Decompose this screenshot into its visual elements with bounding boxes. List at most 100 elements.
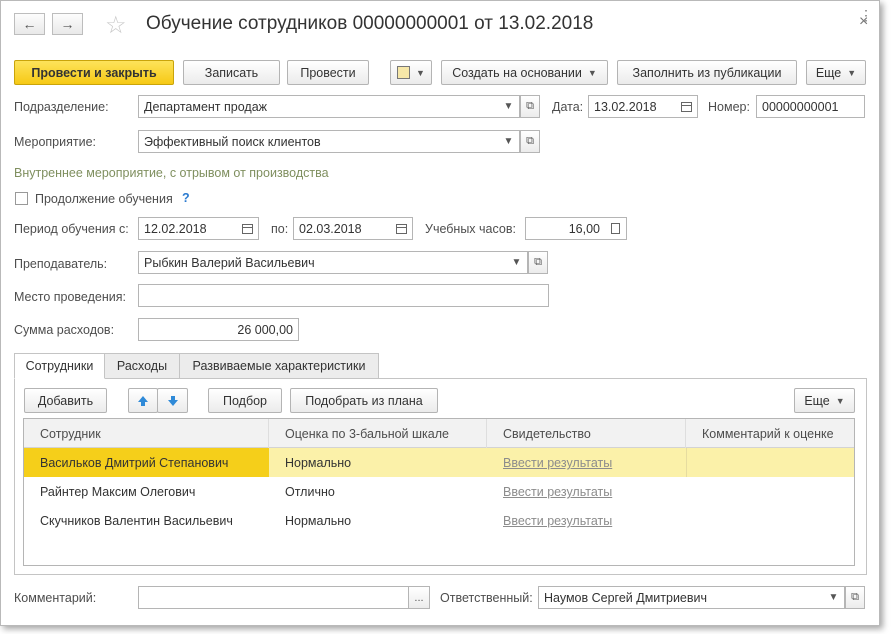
post-and-close-button[interactable]: Провести и закрыть	[14, 60, 174, 85]
teacher-field[interactable]: Рыбкин Валерий Васильевич	[138, 251, 507, 274]
period-from-field[interactable]: 12.02.2018	[138, 217, 238, 240]
responsible-open-button[interactable]: ⧉	[845, 586, 865, 609]
cell-certificate: Ввести результаты	[487, 506, 686, 535]
event-label: Мероприятие:	[14, 135, 97, 149]
period-to-label: по:	[271, 222, 289, 236]
enter-results-link[interactable]: Ввести результаты	[503, 456, 612, 470]
date-calendar-button[interactable]	[676, 95, 698, 118]
comment-field[interactable]	[138, 586, 409, 609]
period-to-calendar-button[interactable]	[391, 217, 413, 240]
responsible-field[interactable]: Наумов Сергей Дмитриевич	[538, 586, 824, 609]
period-from-calendar-button[interactable]	[237, 217, 259, 240]
chevron-down-icon: ▼	[828, 592, 839, 603]
arrow-left-icon: ←	[22, 16, 37, 32]
continuation-checkbox[interactable]	[15, 192, 28, 205]
responsible-dropdown[interactable]: ▼	[823, 586, 845, 609]
cost-field[interactable]: 26 000,00	[138, 318, 299, 341]
tab-employees[interactable]: Сотрудники	[14, 353, 105, 379]
event-open-button[interactable]: ⧉	[520, 130, 540, 153]
print-icon	[397, 66, 411, 79]
arrow-down-icon	[167, 395, 178, 406]
forward-button[interactable]: →	[52, 13, 83, 35]
open-icon: ⧉	[526, 100, 534, 112]
period-from-label: Период обучения с:	[14, 222, 129, 236]
table-header: Сотрудник Оценка по 3-бальной шкале Свид…	[24, 419, 854, 448]
grid-more-label: Еще	[804, 393, 830, 408]
header-certificate[interactable]: Свидетельство	[487, 419, 686, 448]
fill-from-publication-button[interactable]: Заполнить из публикации	[617, 60, 797, 85]
calculator-icon	[611, 223, 620, 234]
cell-comment	[686, 448, 854, 477]
teacher-open-button[interactable]: ⧉	[528, 251, 548, 274]
comment-label: Комментарий:	[14, 591, 97, 605]
add-button[interactable]: Добавить	[24, 388, 107, 413]
number-field[interactable]: 00000000001	[756, 95, 865, 118]
chevron-down-icon: ▼	[503, 101, 514, 112]
department-open-button[interactable]: ⧉	[520, 95, 540, 118]
cost-label: Сумма расходов:	[14, 323, 115, 337]
back-button[interactable]: ←	[14, 13, 45, 35]
cell-employee: Васильков Дмитрий Степанович	[24, 448, 269, 477]
tab-expenses[interactable]: Расходы	[104, 353, 180, 379]
more-button[interactable]: Еще ▼	[806, 60, 866, 85]
header-score[interactable]: Оценка по 3-бальной шкале	[269, 419, 487, 448]
place-label: Место проведения:	[14, 290, 126, 304]
close-icon[interactable]: ×	[859, 13, 868, 31]
calendar-icon	[396, 223, 407, 234]
more-label: Еще	[815, 65, 842, 80]
cell-score: Нормально	[285, 514, 352, 528]
document-window: ← → ☆ Обучение сотрудников 00000000001 о…	[0, 0, 880, 626]
open-icon: ⧉	[851, 591, 859, 603]
header-employee[interactable]: Сотрудник	[24, 419, 269, 448]
comment-edit-button[interactable]: ...	[408, 586, 430, 609]
event-field[interactable]: Эффективный поиск клиентов	[138, 130, 499, 153]
pick-button[interactable]: Подбор	[208, 388, 282, 413]
enter-results-link[interactable]: Ввести результаты	[503, 485, 612, 499]
cell-score: Нормально	[285, 456, 352, 470]
date-field[interactable]: 13.02.2018	[588, 95, 677, 118]
calendar-icon	[681, 101, 692, 112]
tab-characteristics[interactable]: Развиваемые характеристики	[179, 353, 379, 379]
header-comment[interactable]: Комментарий к оценке	[686, 419, 854, 448]
number-label: Номер:	[708, 100, 750, 114]
hours-field[interactable]: 16,00	[525, 217, 606, 240]
help-icon[interactable]: ?	[182, 191, 190, 205]
cell-certificate: Ввести результаты	[487, 448, 686, 477]
cell-comment	[686, 506, 854, 535]
continuation-label[interactable]: Продолжение обучения	[35, 192, 173, 206]
period-to-field[interactable]: 02.03.2018	[293, 217, 392, 240]
event-dropdown[interactable]: ▼	[498, 130, 520, 153]
department-field[interactable]: Департамент продаж	[138, 95, 499, 118]
chevron-down-icon: ▼	[847, 67, 857, 78]
cell-employee: Скучников Валентин Васильевич	[40, 514, 233, 528]
open-icon: ⧉	[526, 135, 534, 147]
event-info-text: Внутреннее мероприятие, с отрывом от про…	[14, 166, 329, 180]
move-up-button[interactable]	[128, 388, 158, 413]
table-row[interactable]: Скучников Валентин Васильевич Нормально …	[24, 506, 854, 535]
star-icon[interactable]: ☆	[105, 11, 127, 40]
pick-from-plan-button[interactable]: Подобрать из плана	[290, 388, 438, 413]
arrow-right-icon: →	[60, 16, 75, 32]
print-menu-button[interactable]: ▼	[390, 60, 432, 85]
chevron-down-icon: ▼	[503, 136, 514, 147]
department-dropdown[interactable]: ▼	[498, 95, 520, 118]
post-button[interactable]: Провести	[287, 60, 369, 85]
table-row[interactable]: Райнтер Максим Олегович Отлично Ввести р…	[24, 477, 854, 506]
move-down-button[interactable]	[157, 388, 188, 413]
chevron-down-icon: ▼	[511, 257, 522, 268]
place-field[interactable]	[138, 284, 549, 307]
hours-calculator-button[interactable]	[605, 217, 627, 240]
employees-table[interactable]: Сотрудник Оценка по 3-бальной шкале Свид…	[23, 418, 855, 566]
create-based-button[interactable]: Создать на основании ▼	[441, 60, 608, 85]
grid-more-button[interactable]: Еще ▼	[794, 388, 855, 413]
cell-score: Отлично	[285, 485, 335, 499]
save-button[interactable]: Записать	[183, 60, 280, 85]
chevron-down-icon: ▼	[835, 395, 845, 406]
cell-employee: Райнтер Максим Олегович	[40, 485, 196, 499]
enter-results-link[interactable]: Ввести результаты	[503, 514, 612, 528]
teacher-dropdown[interactable]: ▼	[506, 251, 528, 274]
date-label: Дата:	[552, 100, 584, 114]
arrow-up-icon	[138, 395, 148, 406]
table-row[interactable]: Васильков Дмитрий Степанович Нормально В…	[24, 448, 854, 477]
cell-certificate: Ввести результаты	[487, 477, 686, 506]
